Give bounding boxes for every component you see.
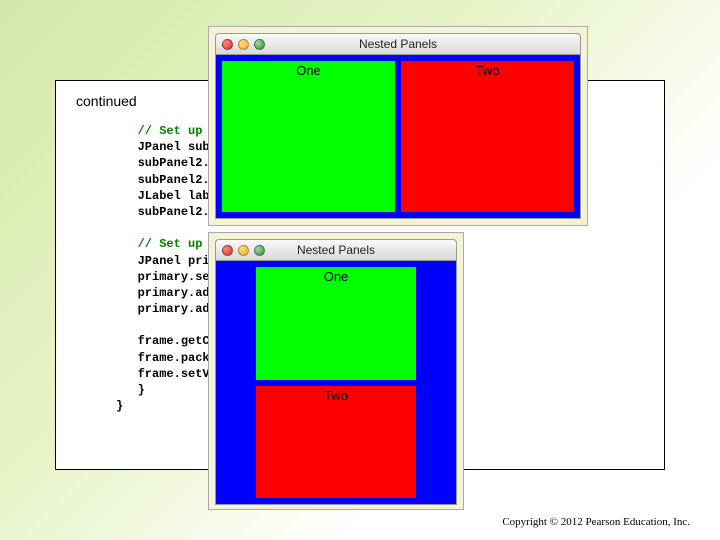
subpanel-label: Two [476,63,500,78]
window-titlebar[interactable]: Nested Panels [215,33,581,55]
subpanel-label: Two [324,388,348,403]
primary-panel: One Two [215,261,457,505]
subpanel-two: Two [401,61,574,212]
close-icon[interactable] [222,245,233,256]
window-buttons [222,245,265,256]
window-titlebar[interactable]: Nested Panels [215,239,457,261]
copyright-text: Copyright © 2012 Pearson Education, Inc. [502,516,690,528]
minimize-icon[interactable] [238,39,249,50]
close-icon[interactable] [222,39,233,50]
subpanel-label: One [296,63,321,78]
maximize-icon[interactable] [254,39,265,50]
maximize-icon[interactable] [254,245,265,256]
subpanel-two: Two [256,386,416,499]
window-buttons [222,39,265,50]
subpanel-label: One [324,269,349,284]
code-comment: // Set up [138,124,203,138]
subpanel-one: One [256,267,416,380]
minimize-icon[interactable] [238,245,249,256]
window-title: Nested Panels [216,37,580,51]
primary-panel: One Two [215,55,581,219]
gui-window-horizontal: Nested Panels One Two [208,26,588,226]
subpanel-one: One [222,61,395,212]
gui-window-vertical: Nested Panels One Two [208,232,464,510]
